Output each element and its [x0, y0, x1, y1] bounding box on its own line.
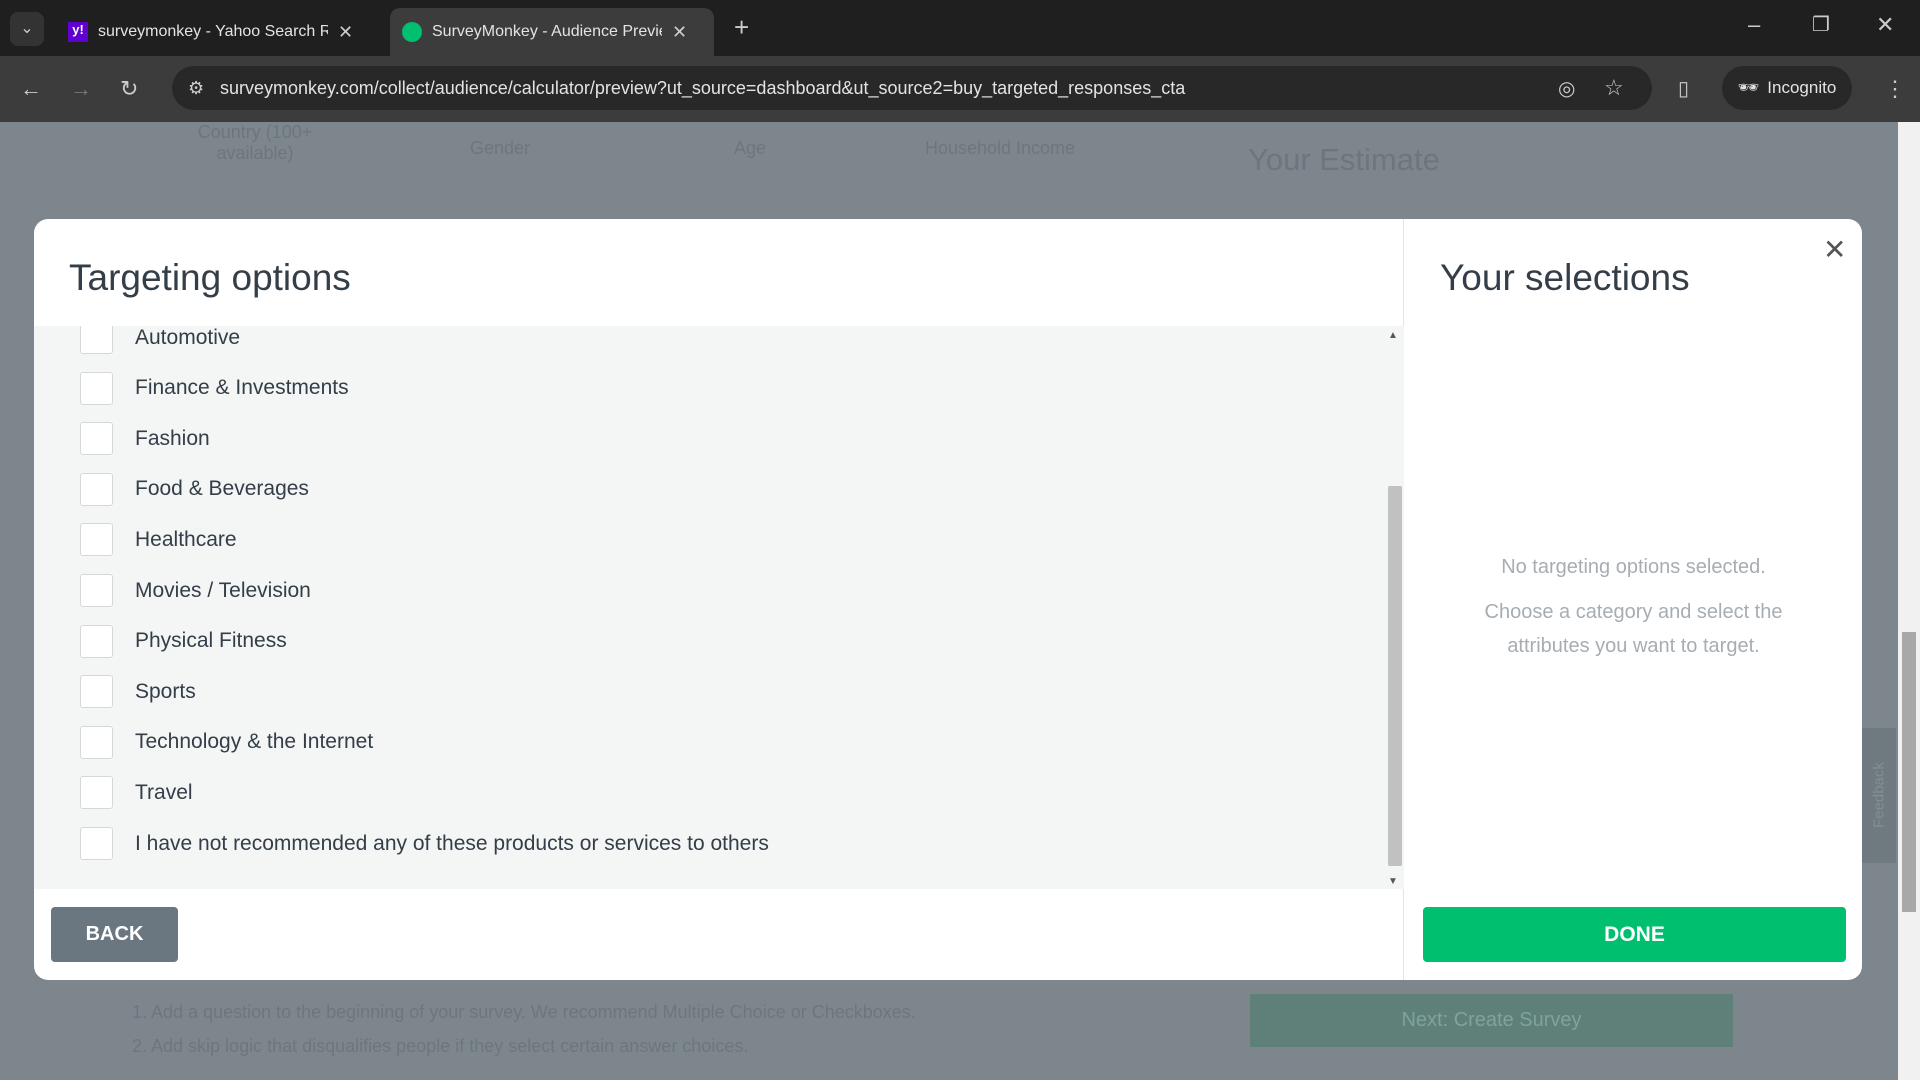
option-label: Sports	[135, 679, 196, 703]
option-item[interactable]: Healthcare	[80, 523, 237, 557]
new-tab-button[interactable]: +	[734, 12, 749, 43]
close-window-button[interactable]: ✕	[1876, 12, 1894, 38]
star-icon[interactable]: ☆	[1604, 75, 1624, 101]
option-label: I have not recommended any of these prod…	[135, 831, 769, 855]
targeting-modal: Targeting options Automotive Finance & In…	[34, 219, 1862, 980]
tab-surveymonkey[interactable]: SurveyMonkey - Audience Preview ✕	[390, 8, 714, 56]
option-label: Travel	[135, 780, 193, 804]
eye-off-icon[interactable]: ◎	[1558, 76, 1575, 101]
option-label: Food & Beverages	[135, 477, 309, 501]
list-scrollbar-thumb[interactable]	[1388, 486, 1402, 866]
selections-panel: Your selections ✕ No targeting options s…	[1405, 219, 1862, 980]
close-tab-icon[interactable]: ✕	[672, 22, 687, 43]
next-create-survey-button[interactable]: Next: Create Survey	[1250, 994, 1733, 1047]
modal-title: Targeting options	[69, 257, 351, 298]
checkbox[interactable]	[80, 574, 113, 607]
column-country: Country (100+ available)	[197, 122, 313, 163]
option-label: Finance & Investments	[135, 376, 349, 400]
checkbox[interactable]	[80, 371, 113, 405]
close-tab-icon[interactable]: ✕	[338, 22, 353, 43]
option-item[interactable]: Fashion	[80, 422, 210, 456]
back-nav-icon[interactable]: ←	[20, 76, 42, 102]
page-scrollbar[interactable]	[1898, 122, 1920, 1080]
step-2: 2. Add skip logic that disqualifies peop…	[132, 1036, 749, 1056]
estimate-title: Your Estimate	[1248, 142, 1440, 177]
surveymonkey-icon	[402, 22, 422, 42]
url-bar[interactable]: ⚙ surveymonkey.com/collect/audience/calc…	[172, 66, 1652, 110]
empty-message: No targeting options selected.	[1501, 556, 1766, 578]
yahoo-icon: y!	[68, 22, 88, 42]
done-button[interactable]: DONE	[1423, 907, 1846, 962]
tab-search-button[interactable]: ⌄	[10, 12, 44, 46]
page-scrollbar-thumb[interactable]	[1902, 632, 1916, 912]
feedback-tab[interactable]: Feedback	[1862, 728, 1896, 863]
empty-hint: Choose a category and select the attribu…	[1484, 601, 1783, 657]
column-income: Household Income	[924, 138, 1076, 158]
forward-nav-icon[interactable]: →	[70, 76, 92, 102]
checkbox[interactable]	[80, 776, 113, 810]
close-icon[interactable]: ✕	[1823, 233, 1846, 266]
column-gender: Gender	[469, 138, 531, 158]
option-item[interactable]: Sports	[80, 675, 196, 709]
checkbox[interactable]	[80, 472, 113, 506]
tab-bar: ⌄ y! surveymonkey - Yahoo Search Results…	[0, 0, 1920, 56]
options-list: Automotive Finance & Investments Fashion Fo…	[34, 326, 1404, 889]
option-item[interactable]: Movies / Television	[80, 574, 311, 607]
incognito-icon: 🕶	[1737, 78, 1760, 97]
option-label: Fashion	[135, 426, 210, 450]
checkbox[interactable]	[80, 523, 113, 557]
checkbox[interactable]	[80, 624, 113, 658]
selections-title: Your selections	[1440, 257, 1690, 298]
minimize-button[interactable]: –	[1748, 12, 1760, 38]
option-item[interactable]: Food & Beverages	[80, 472, 309, 506]
checkbox[interactable]	[80, 422, 113, 456]
targeting-options-panel: Targeting options Automotive Finance & In…	[34, 219, 1404, 980]
restore-button[interactable]: ❐	[1812, 12, 1830, 37]
option-item[interactable]: Travel	[80, 776, 193, 810]
checkbox[interactable]	[80, 725, 113, 759]
option-item[interactable]: Physical Fitness	[80, 624, 287, 658]
option-item[interactable]: I have not recommended any of these prod…	[80, 827, 769, 860]
option-label: Automotive	[135, 326, 241, 349]
option-item[interactable]: Automotive	[80, 326, 240, 354]
option-item[interactable]: Finance & Investments	[80, 371, 349, 405]
option-label: Physical Fitness	[135, 629, 287, 653]
checkbox[interactable]	[80, 827, 113, 860]
done-label: DONE	[1604, 922, 1665, 946]
option-label: Movies / Television	[135, 578, 311, 602]
option-item[interactable]: Technology & the Internet	[80, 725, 374, 759]
reload-icon[interactable]: ↻	[120, 76, 138, 102]
sidebar-icon[interactable]: ▯	[1678, 76, 1689, 101]
incognito-badge[interactable]: 🕶 Incognito	[1722, 66, 1852, 110]
step-1: 1. Add a question to the beginning of yo…	[132, 1002, 916, 1022]
option-label: Technology & the Internet	[135, 730, 374, 754]
back-button[interactable]: BACK	[51, 907, 178, 962]
checkbox[interactable]	[80, 326, 113, 354]
site-info-icon[interactable]: ⚙	[188, 78, 204, 99]
tab-yahoo[interactable]: y! surveymonkey - Yahoo Search Results ✕	[56, 8, 376, 56]
checkbox[interactable]	[80, 675, 113, 709]
menu-icon[interactable]: ⋮	[1884, 76, 1906, 102]
scroll-up-icon[interactable]: ▲	[1388, 330, 1398, 341]
scroll-down-icon[interactable]: ▼	[1388, 876, 1398, 887]
option-label: Healthcare	[135, 527, 237, 551]
column-age: Age	[733, 138, 767, 158]
